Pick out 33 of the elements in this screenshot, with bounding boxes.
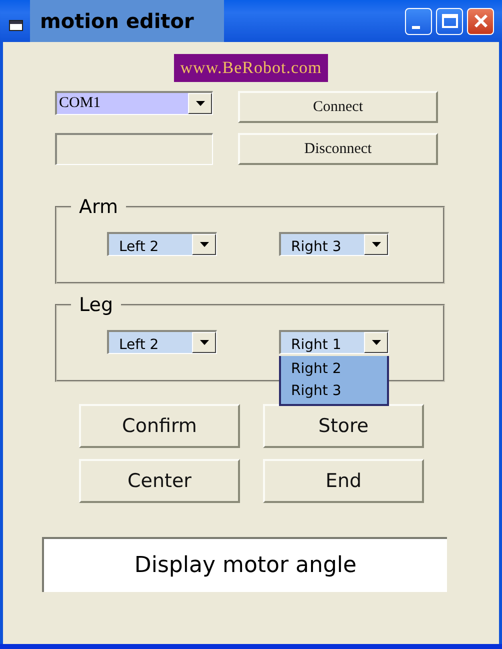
action-button[interactable]: Store	[263, 404, 424, 448]
action-button[interactable]: Disconnect	[238, 133, 438, 165]
dropdown-arrow-button[interactable]	[188, 93, 212, 114]
close-icon	[474, 14, 488, 28]
action-button[interactable]: Center	[79, 459, 240, 503]
dropdown-field[interactable]: Left 2	[107, 232, 217, 256]
angle-display: Display motor angle	[42, 537, 447, 592]
dropdown-field[interactable]: COM1	[55, 91, 213, 115]
dropdown-field[interactable]: Left 2	[107, 330, 217, 354]
action-button[interactable]: Connect	[238, 91, 438, 123]
minimize-icon	[412, 26, 420, 28]
maximize-icon	[442, 14, 458, 28]
caret-icon	[372, 242, 380, 247]
action-button[interactable]: Confirm	[79, 404, 240, 448]
dropdown-arrow-button[interactable]	[364, 332, 388, 353]
action-button[interactable]: End	[263, 459, 424, 503]
caret-icon	[200, 242, 208, 247]
caret-icon	[372, 340, 380, 345]
dropdown-field[interactable]: Right 3	[279, 232, 389, 256]
window-title: motion editor	[30, 0, 224, 42]
caret-icon	[196, 101, 204, 106]
text-field[interactable]	[55, 133, 213, 165]
close-button[interactable]	[467, 8, 494, 34]
minimize-button[interactable]	[405, 8, 432, 34]
dropdown-arrow-button[interactable]	[364, 234, 388, 255]
dropdown-option[interactable]: Right 2	[291, 358, 387, 380]
dropdown-arrow-button[interactable]	[192, 234, 216, 255]
maximize-button[interactable]	[436, 8, 463, 34]
website-banner: www.BeRobot.com	[174, 54, 328, 82]
dropdown-option[interactable]: Right 3	[291, 380, 387, 402]
dropdown-field[interactable]: Right 1	[279, 330, 389, 354]
caret-icon	[200, 340, 208, 345]
dropdown-arrow-button[interactable]	[192, 332, 216, 353]
